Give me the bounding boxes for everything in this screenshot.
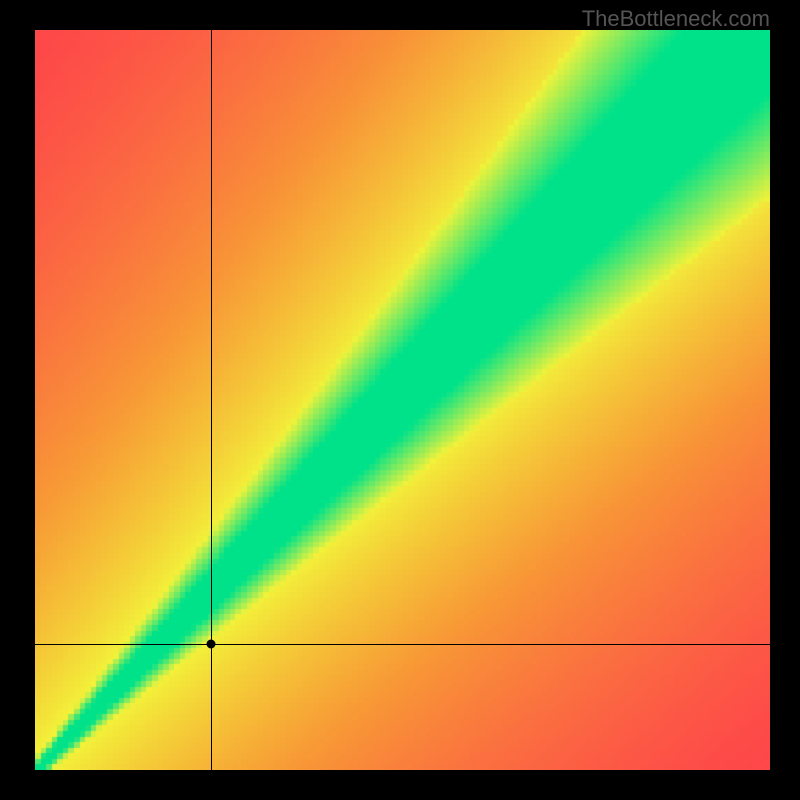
- heatmap-plot: [35, 30, 770, 770]
- heatmap-canvas: [35, 30, 770, 770]
- crosshair-vertical: [211, 30, 212, 770]
- chart-container: TheBottleneck.com: [0, 0, 800, 800]
- watermark-text: TheBottleneck.com: [582, 6, 770, 32]
- marker-point: [207, 640, 216, 649]
- crosshair-horizontal: [35, 644, 770, 645]
